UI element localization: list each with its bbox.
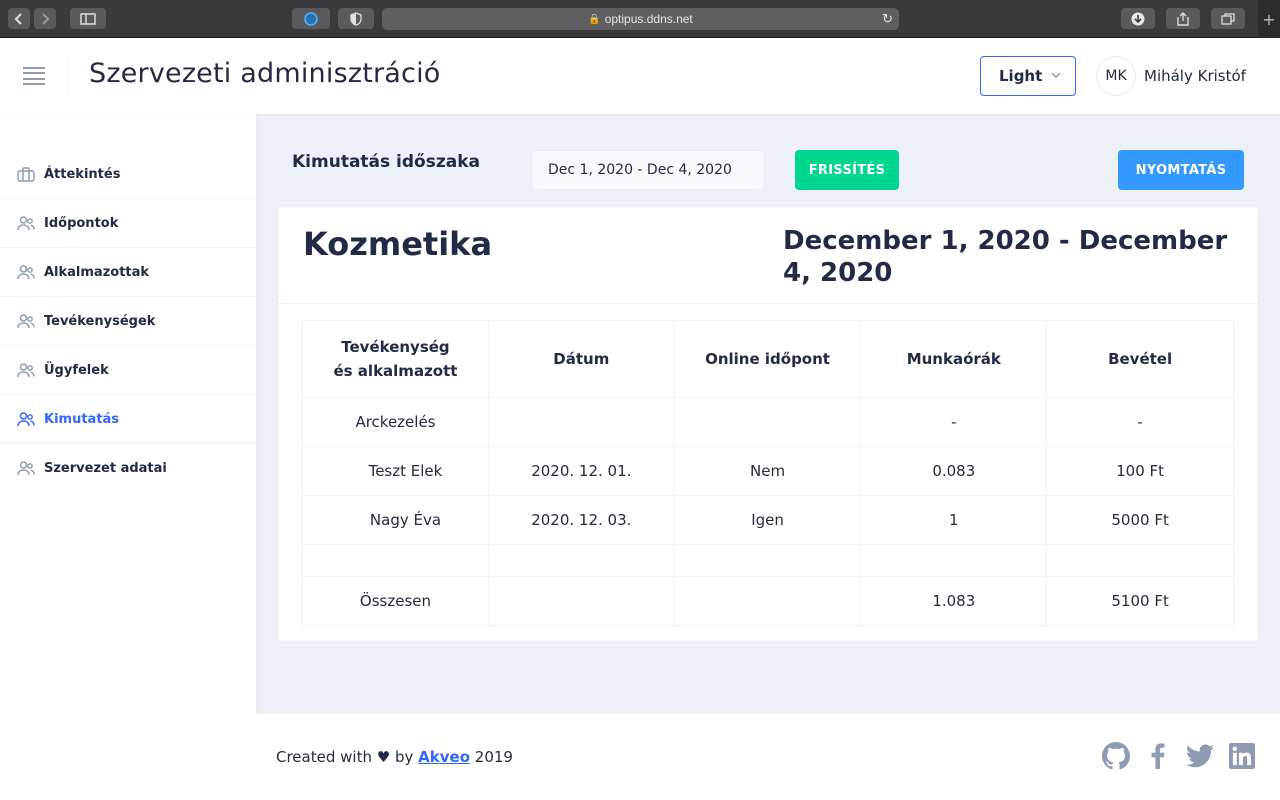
sidebar-item-label: Tevékenységek (44, 313, 156, 329)
address-bar[interactable]: 🔒 optipus.ddns.net ↻ (382, 8, 899, 30)
sidebar-item-label: Alkalmazottak (44, 264, 150, 280)
table-spacer-row (302, 544, 1234, 577)
print-button[interactable]: NYOMTATÁS (1118, 150, 1244, 190)
new-tab-icon[interactable]: + (1258, 0, 1280, 38)
user-name[interactable]: Mihály Kristóf (1144, 67, 1246, 85)
app-title: Szervezeti adminisztráció (89, 58, 441, 89)
people-icon (17, 461, 35, 477)
table-cell: Igen (673, 495, 862, 545)
report-header: Kozmetika December 1, 2020 - December 4,… (278, 207, 1258, 304)
footer-prefix: Created with (276, 748, 372, 766)
share-icon[interactable] (1166, 8, 1200, 29)
download-icon[interactable] (1121, 8, 1155, 29)
table-cell: Nagy Éva (302, 495, 489, 545)
table-cell: Összesen (302, 576, 489, 626)
facebook-icon[interactable] (1144, 742, 1172, 770)
report-date-range: December 1, 2020 - December 4, 2020 (783, 226, 1228, 288)
table-cell: 0.083 (860, 446, 1048, 496)
theme-select[interactable]: Light (980, 56, 1076, 96)
extension-icon[interactable] (292, 8, 330, 29)
table-cell: 5100 Ft (1046, 576, 1234, 626)
people-icon (17, 313, 35, 329)
sidebar-item-attekintes[interactable]: Áttekintés (0, 150, 256, 199)
table-row: Arckezelés - - (302, 397, 1234, 447)
github-icon[interactable] (1102, 742, 1130, 770)
table-cell: 2020. 12. 03. (487, 495, 675, 545)
back-icon[interactable] (8, 8, 30, 29)
report-title: Kozmetika (303, 225, 493, 263)
table-row: Teszt Elek 2020. 12. 01. Nem 0.083 100 F… (302, 446, 1234, 496)
app-header: Szervezeti adminisztráció Light MK Mihál… (0, 38, 1280, 114)
sidebar-toggle-icon[interactable] (70, 8, 106, 29)
table-cell: - (860, 397, 1048, 447)
report-card: Kozmetika December 1, 2020 - December 4,… (277, 206, 1259, 642)
column-header: Munkaórák (860, 320, 1048, 398)
sidebar-item-kimutatas[interactable]: Kimutatás (0, 395, 256, 444)
refresh-button[interactable]: FRISSÍTÉS (795, 150, 899, 190)
table-cell: 1 (860, 495, 1048, 545)
people-icon (17, 215, 35, 231)
tabs-icon[interactable] (1211, 8, 1245, 29)
sidebar-item-label: Szervezet adatai (44, 461, 167, 476)
footer-by: by (394, 748, 414, 766)
avatar[interactable]: MK (1096, 56, 1136, 96)
table-cell (673, 576, 862, 626)
sidebar-item-label: Ügyfelek (44, 362, 109, 378)
table-total-row: Összesen 1.083 5100 Ft (302, 576, 1234, 626)
main-content: Kimutatás időszaka Dec 1, 2020 - Dec 4, … (256, 114, 1280, 714)
forward-icon[interactable] (34, 8, 56, 29)
people-icon (17, 411, 35, 427)
chevron-down-icon (1051, 69, 1061, 82)
table-cell: - (1046, 397, 1234, 447)
theme-select-value: Light (999, 67, 1043, 85)
sidebar: Áttekintés Időpontok Alkalmazottak Tevék… (0, 114, 256, 800)
akveo-link[interactable]: Akveo (418, 748, 470, 766)
table-cell: 100 Ft (1046, 446, 1234, 496)
table-cell: 1.083 (860, 576, 1048, 626)
column-header: Online időpont (673, 320, 862, 398)
period-label: Kimutatás időszaka (292, 152, 480, 172)
sidebar-menu: Áttekintés Időpontok Alkalmazottak Tevék… (0, 150, 256, 493)
table-cell (673, 397, 862, 447)
sidebar-item-idopontok[interactable]: Időpontok (0, 199, 256, 248)
sidebar-item-tevekenysegek[interactable]: Tevékenységek (0, 297, 256, 346)
people-icon (17, 362, 35, 378)
sidebar-item-label: Kimutatás (44, 411, 120, 427)
lock-icon: 🔒 (588, 13, 601, 25)
reload-icon[interactable]: ↻ (882, 11, 893, 27)
footer: Created with ♥ by Akveo 2019 (256, 714, 1280, 800)
people-icon (17, 264, 35, 280)
social-links (1102, 742, 1256, 770)
briefcase-icon (17, 166, 35, 182)
browser-toolbar: 🔒 optipus.ddns.net ↻ + (0, 0, 1280, 38)
table-row: Nagy Éva 2020. 12. 03. Igen 1 5000 Ft (302, 495, 1234, 545)
shield-icon[interactable] (338, 8, 374, 29)
report-table: Tevékenység és alkalmazott Dátum Online … (302, 320, 1234, 626)
table-header-row: Tevékenység és alkalmazott Dátum Online … (302, 320, 1234, 398)
url-text: optipus.ddns.net (604, 12, 693, 26)
table-cell: 5000 Ft (1046, 495, 1234, 545)
heart-icon: ♥ (376, 748, 391, 766)
header-divider (68, 56, 69, 96)
table-cell: Nem (673, 446, 862, 496)
sidebar-item-label: Időpontok (44, 215, 119, 231)
sidebar-item-label: Áttekintés (44, 166, 121, 182)
footer-credit: Created with ♥ by Akveo 2019 (276, 748, 513, 766)
column-header: Tevékenység és alkalmazott (302, 320, 489, 398)
sidebar-item-szervezet-adatai[interactable]: Szervezet adatai (0, 444, 256, 493)
menu-toggle-icon[interactable] (23, 67, 45, 85)
sidebar-item-ugyfelek[interactable]: Ügyfelek (0, 346, 256, 395)
table-cell: 2020. 12. 01. (487, 446, 675, 496)
table-cell: Teszt Elek (302, 446, 489, 496)
twitter-icon[interactable] (1186, 742, 1214, 770)
table-cell (487, 576, 675, 626)
column-header: Dátum (487, 320, 675, 398)
sidebar-item-alkalmazottak[interactable]: Alkalmazottak (0, 248, 256, 297)
table-cell: Arckezelés (302, 397, 489, 447)
table-cell (487, 397, 675, 447)
footer-year: 2019 (474, 748, 513, 766)
linkedin-icon[interactable] (1228, 742, 1256, 770)
column-header: Bevétel (1046, 320, 1234, 398)
date-range-input[interactable]: Dec 1, 2020 - Dec 4, 2020 (531, 150, 765, 190)
